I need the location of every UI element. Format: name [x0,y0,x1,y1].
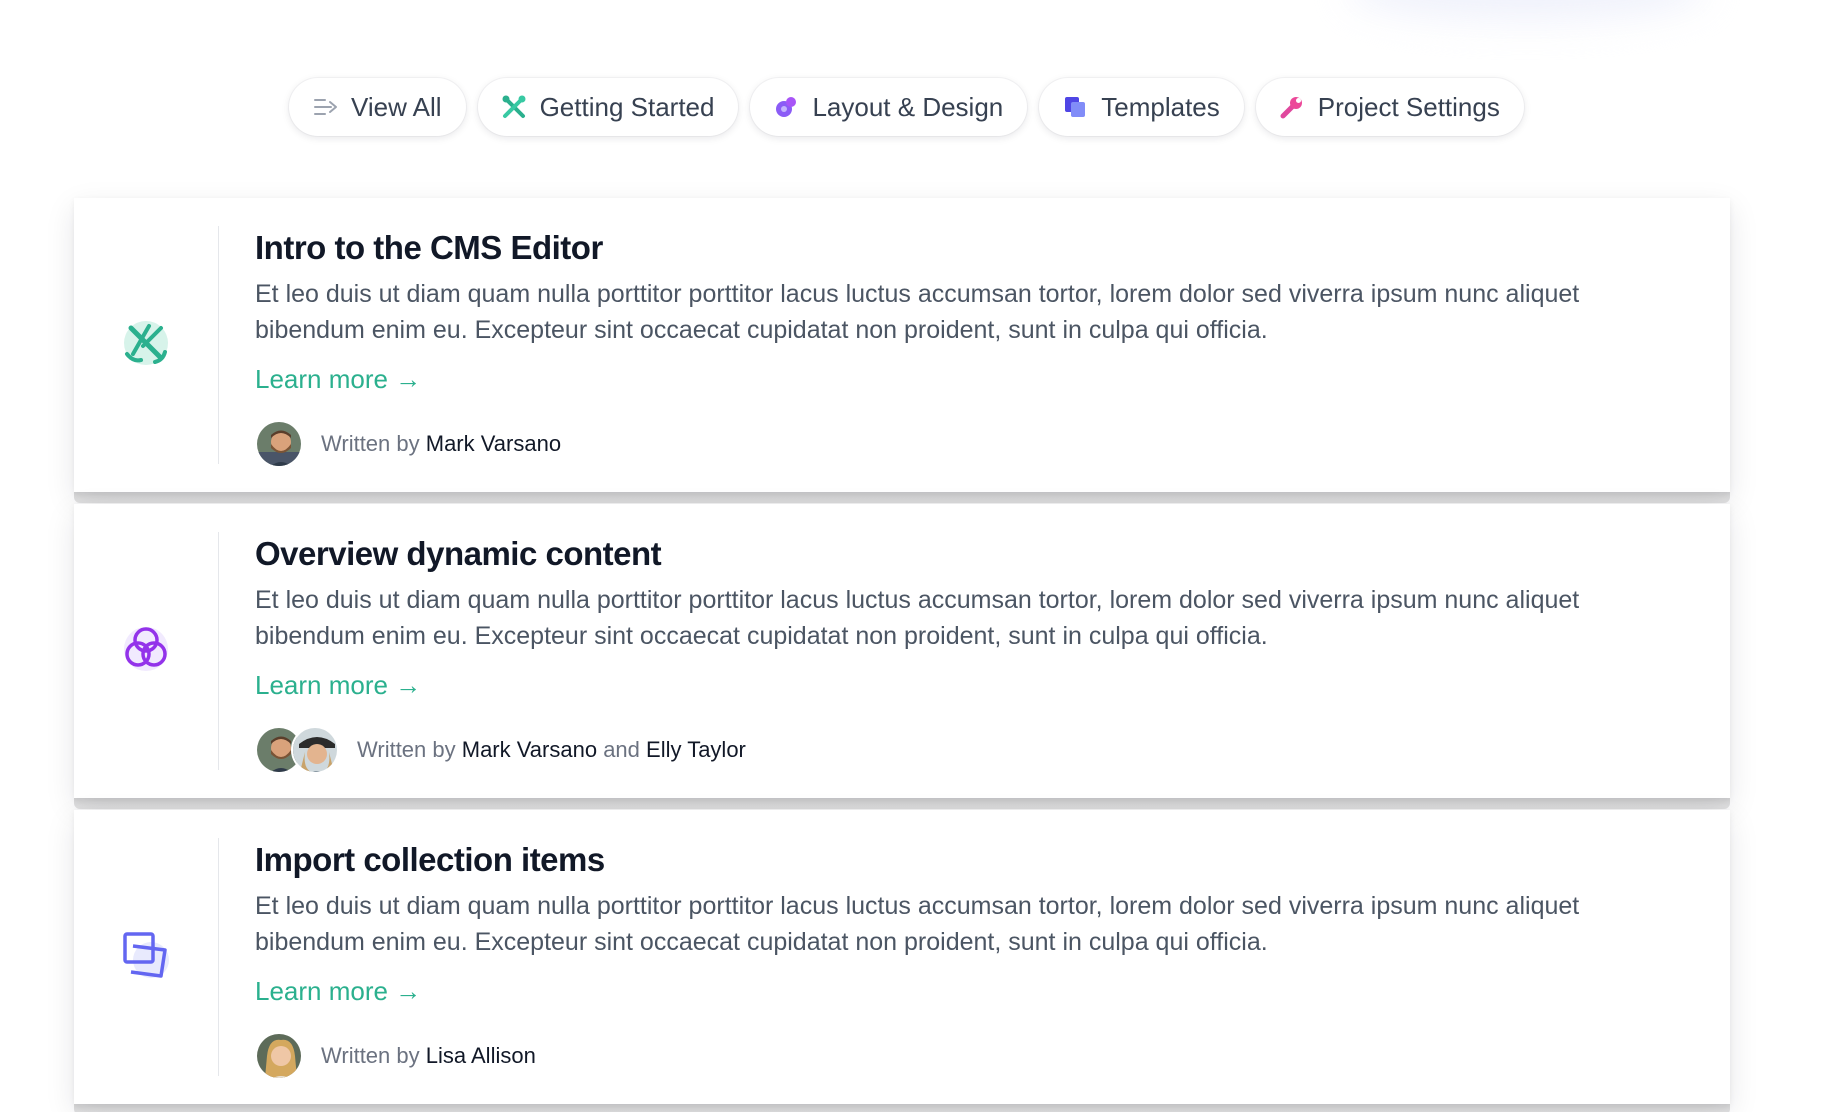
card-shadow-bar [74,797,1730,809]
filter-layout-design[interactable]: Layout & Design [750,78,1028,136]
list-arrow-icon [311,93,339,121]
article-title: Overview dynamic content [255,535,662,572]
author-name: Mark Varsano [461,737,598,762]
wrench-icon [1278,93,1306,121]
tools-icon [119,316,173,375]
filter-label: Templates [1101,91,1220,122]
filter-project-settings[interactable]: Project Settings [1255,78,1524,136]
filter-view-all[interactable]: View All [289,78,466,136]
copy-pages-icon [1061,93,1089,121]
filter-label: Getting Started [539,91,715,122]
venn-circles-icon [119,622,173,681]
article-description: Et leo duis ut diam quam nulla porttitor… [255,280,1580,344]
article-card: Intro to the CMS Editor Et leo duis ut d… [74,198,1730,492]
stacked-squares-icon [119,928,173,987]
filter-getting-started[interactable]: Getting Started [477,78,739,136]
author-avatars [255,420,303,468]
paint-blob-icon [772,93,800,121]
filter-templates[interactable]: Templates [1039,78,1244,136]
card-divider [218,838,219,1076]
filter-label: View All [351,91,442,122]
written-by-label: Written by [321,431,420,456]
article-description: Et leo duis ut diam quam nulla porttitor… [255,586,1580,650]
background-glow [1347,0,1707,20]
article-title: Intro to the CMS Editor [255,229,603,266]
card-divider [218,226,219,464]
article-icon-column [74,810,218,1104]
author-credit: Written by Mark Varsano and Elly Taylor [357,737,746,763]
help-center-page: View All Getting Started Layout & Design… [0,0,1827,1112]
avatar [255,420,303,468]
learn-more-link[interactable]: Learn more → [255,362,421,396]
author-avatars [255,726,339,774]
author-credit: Written by Mark Varsano [321,431,561,457]
card-shadow-bar [74,1103,1730,1112]
author-row: Written by Mark Varsano and Elly Taylor [255,726,1610,774]
filter-label: Project Settings [1317,91,1500,122]
author-avatars [255,1032,303,1080]
author-row: Written by Mark Varsano [255,420,1610,468]
learn-more-link[interactable]: Learn more → [255,974,421,1008]
learn-more-link[interactable]: Learn more → [255,668,421,702]
written-by-label: Written by [321,1043,420,1068]
card-divider [218,532,219,770]
article-icon-column [74,198,218,492]
article-icon-column [74,504,218,798]
author-credit: Written by Lisa Allison [321,1043,536,1069]
author-row: Written by Lisa Allison [255,1032,1610,1080]
tools-icon [500,93,528,121]
author-name: Lisa Allison [425,1043,536,1068]
article-title: Import collection items [255,841,605,878]
article-card: Overview dynamic content Et leo duis ut … [74,504,1730,798]
avatar [291,726,339,774]
written-by-label: Written by [357,737,456,762]
article-card: Import collection items Et leo duis ut d… [74,810,1730,1104]
author-name: Mark Varsano [425,431,562,456]
article-content: Intro to the CMS Editor Et leo duis ut d… [255,228,1610,468]
avatar [255,1032,303,1080]
author-name: Elly Taylor [646,737,746,762]
card-shadow-bar [74,491,1730,503]
article-content: Import collection items Et leo duis ut d… [255,840,1610,1080]
author-joiner: and [603,737,640,762]
article-description: Et leo duis ut diam quam nulla porttitor… [255,892,1580,956]
filter-label: Layout & Design [812,91,1004,122]
article-content: Overview dynamic content Et leo duis ut … [255,534,1610,774]
